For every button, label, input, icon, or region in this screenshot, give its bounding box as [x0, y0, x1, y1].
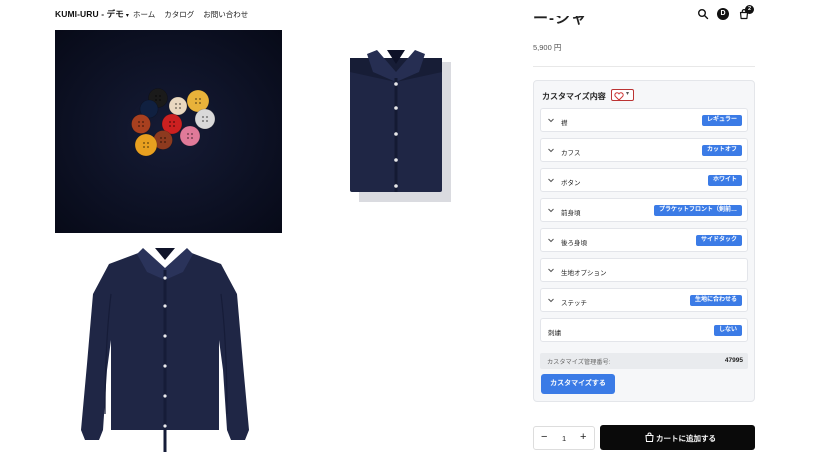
option-label: 前身頃	[561, 210, 581, 217]
option-label: ボタン	[561, 180, 581, 187]
chevron-down-icon	[548, 268, 554, 273]
favorite-button[interactable]: ▾	[611, 89, 634, 101]
quantity-stepper: − 1 +	[533, 426, 595, 450]
divider	[533, 66, 755, 67]
option-fabric[interactable]: 生地オプション	[540, 258, 748, 282]
option-front[interactable]: 前身頃 プラケットフロント（剣前…	[540, 198, 748, 222]
chevron-down-icon	[548, 238, 554, 243]
option-label: 生地オプション	[561, 270, 607, 277]
cart-count-badge: 2	[745, 5, 754, 14]
option-value-badge: サイドタック	[695, 235, 742, 246]
nav-contact[interactable]: お問い合わせ	[203, 9, 248, 20]
option-value-badge: プラケットフロント（剣前…	[653, 205, 742, 216]
search-icon[interactable]	[697, 8, 709, 20]
product-image-buttons[interactable]	[55, 30, 282, 233]
heart-icon	[614, 91, 624, 101]
chevron-down-icon: ▾	[125, 13, 129, 19]
chevron-down-icon	[548, 298, 554, 303]
decrease-button[interactable]: −	[541, 431, 547, 443]
option-value-badge: しない	[713, 325, 742, 336]
main-nav: ホーム カタログ お問い合わせ	[133, 9, 248, 20]
increase-button[interactable]: +	[580, 431, 586, 443]
customize-title: カスタマイズ内容	[542, 92, 606, 101]
nav-catalog[interactable]: カタログ	[164, 9, 194, 20]
option-value-badge: カットオフ	[701, 145, 742, 156]
option-value-badge: レギュラー	[701, 115, 742, 126]
option-back[interactable]: 後ろ身頃 サイドタック	[540, 228, 748, 252]
folded-shirt-image	[350, 50, 451, 202]
product-image-folded[interactable]	[295, 30, 510, 233]
nav-home[interactable]: ホーム	[133, 9, 155, 20]
management-number-value: 47995	[724, 357, 743, 364]
add-to-cart-label: カートに追加する	[656, 434, 716, 443]
site-header: KUMI-URU - デモ ▾ ホーム カタログ お問い合わせ D 2	[0, 0, 828, 28]
buttons-on-fabric-image	[55, 30, 282, 233]
option-label: ステッチ	[561, 300, 587, 307]
chevron-down-icon	[548, 148, 554, 153]
chevron-down-icon	[548, 208, 554, 213]
product-price: 5,900 円	[533, 43, 562, 52]
customize-button[interactable]: カスタマイズする	[541, 374, 615, 394]
option-label: 刺繍	[548, 330, 561, 337]
quantity-value[interactable]: 1	[562, 434, 566, 443]
chevron-down-icon: ▾	[626, 91, 630, 97]
option-collar[interactable]: 襟 レギュラー	[540, 108, 748, 132]
option-label: カフス	[561, 150, 581, 157]
account-avatar[interactable]: D	[717, 8, 729, 20]
option-label: 後ろ身頃	[561, 240, 587, 247]
option-buttons[interactable]: ボタン ホワイト	[540, 168, 748, 192]
customize-panel: カスタマイズ内容 ▾ 襟 レギュラー カフス カットオフ ボタン ホワイト 前身…	[533, 80, 755, 402]
bag-icon	[645, 432, 654, 442]
option-value-badge: 生地に合わせる	[689, 295, 742, 306]
management-number: カスタマイズ管理番号: 47995	[540, 353, 748, 369]
brand-menu[interactable]: KUMI-URU - デモ ▾	[55, 8, 129, 20]
option-stitch[interactable]: ステッチ 生地に合わせる	[540, 288, 748, 312]
option-embroidery[interactable]: 刺繍 しない	[540, 318, 748, 342]
brand-name: KUMI-URU - デモ	[55, 9, 124, 19]
product-image-shirt[interactable]	[55, 240, 282, 466]
navy-shirt-image	[81, 248, 249, 452]
option-value-badge: ホワイト	[707, 175, 742, 186]
add-to-cart-button[interactable]: カートに追加する	[600, 425, 755, 450]
option-label: 襟	[561, 120, 568, 127]
chevron-down-icon	[548, 178, 554, 183]
management-number-label: カスタマイズ管理番号:	[547, 359, 611, 366]
product-title: ー-シャ	[533, 16, 587, 27]
chevron-down-icon	[548, 118, 554, 123]
option-cuffs[interactable]: カフス カットオフ	[540, 138, 748, 162]
